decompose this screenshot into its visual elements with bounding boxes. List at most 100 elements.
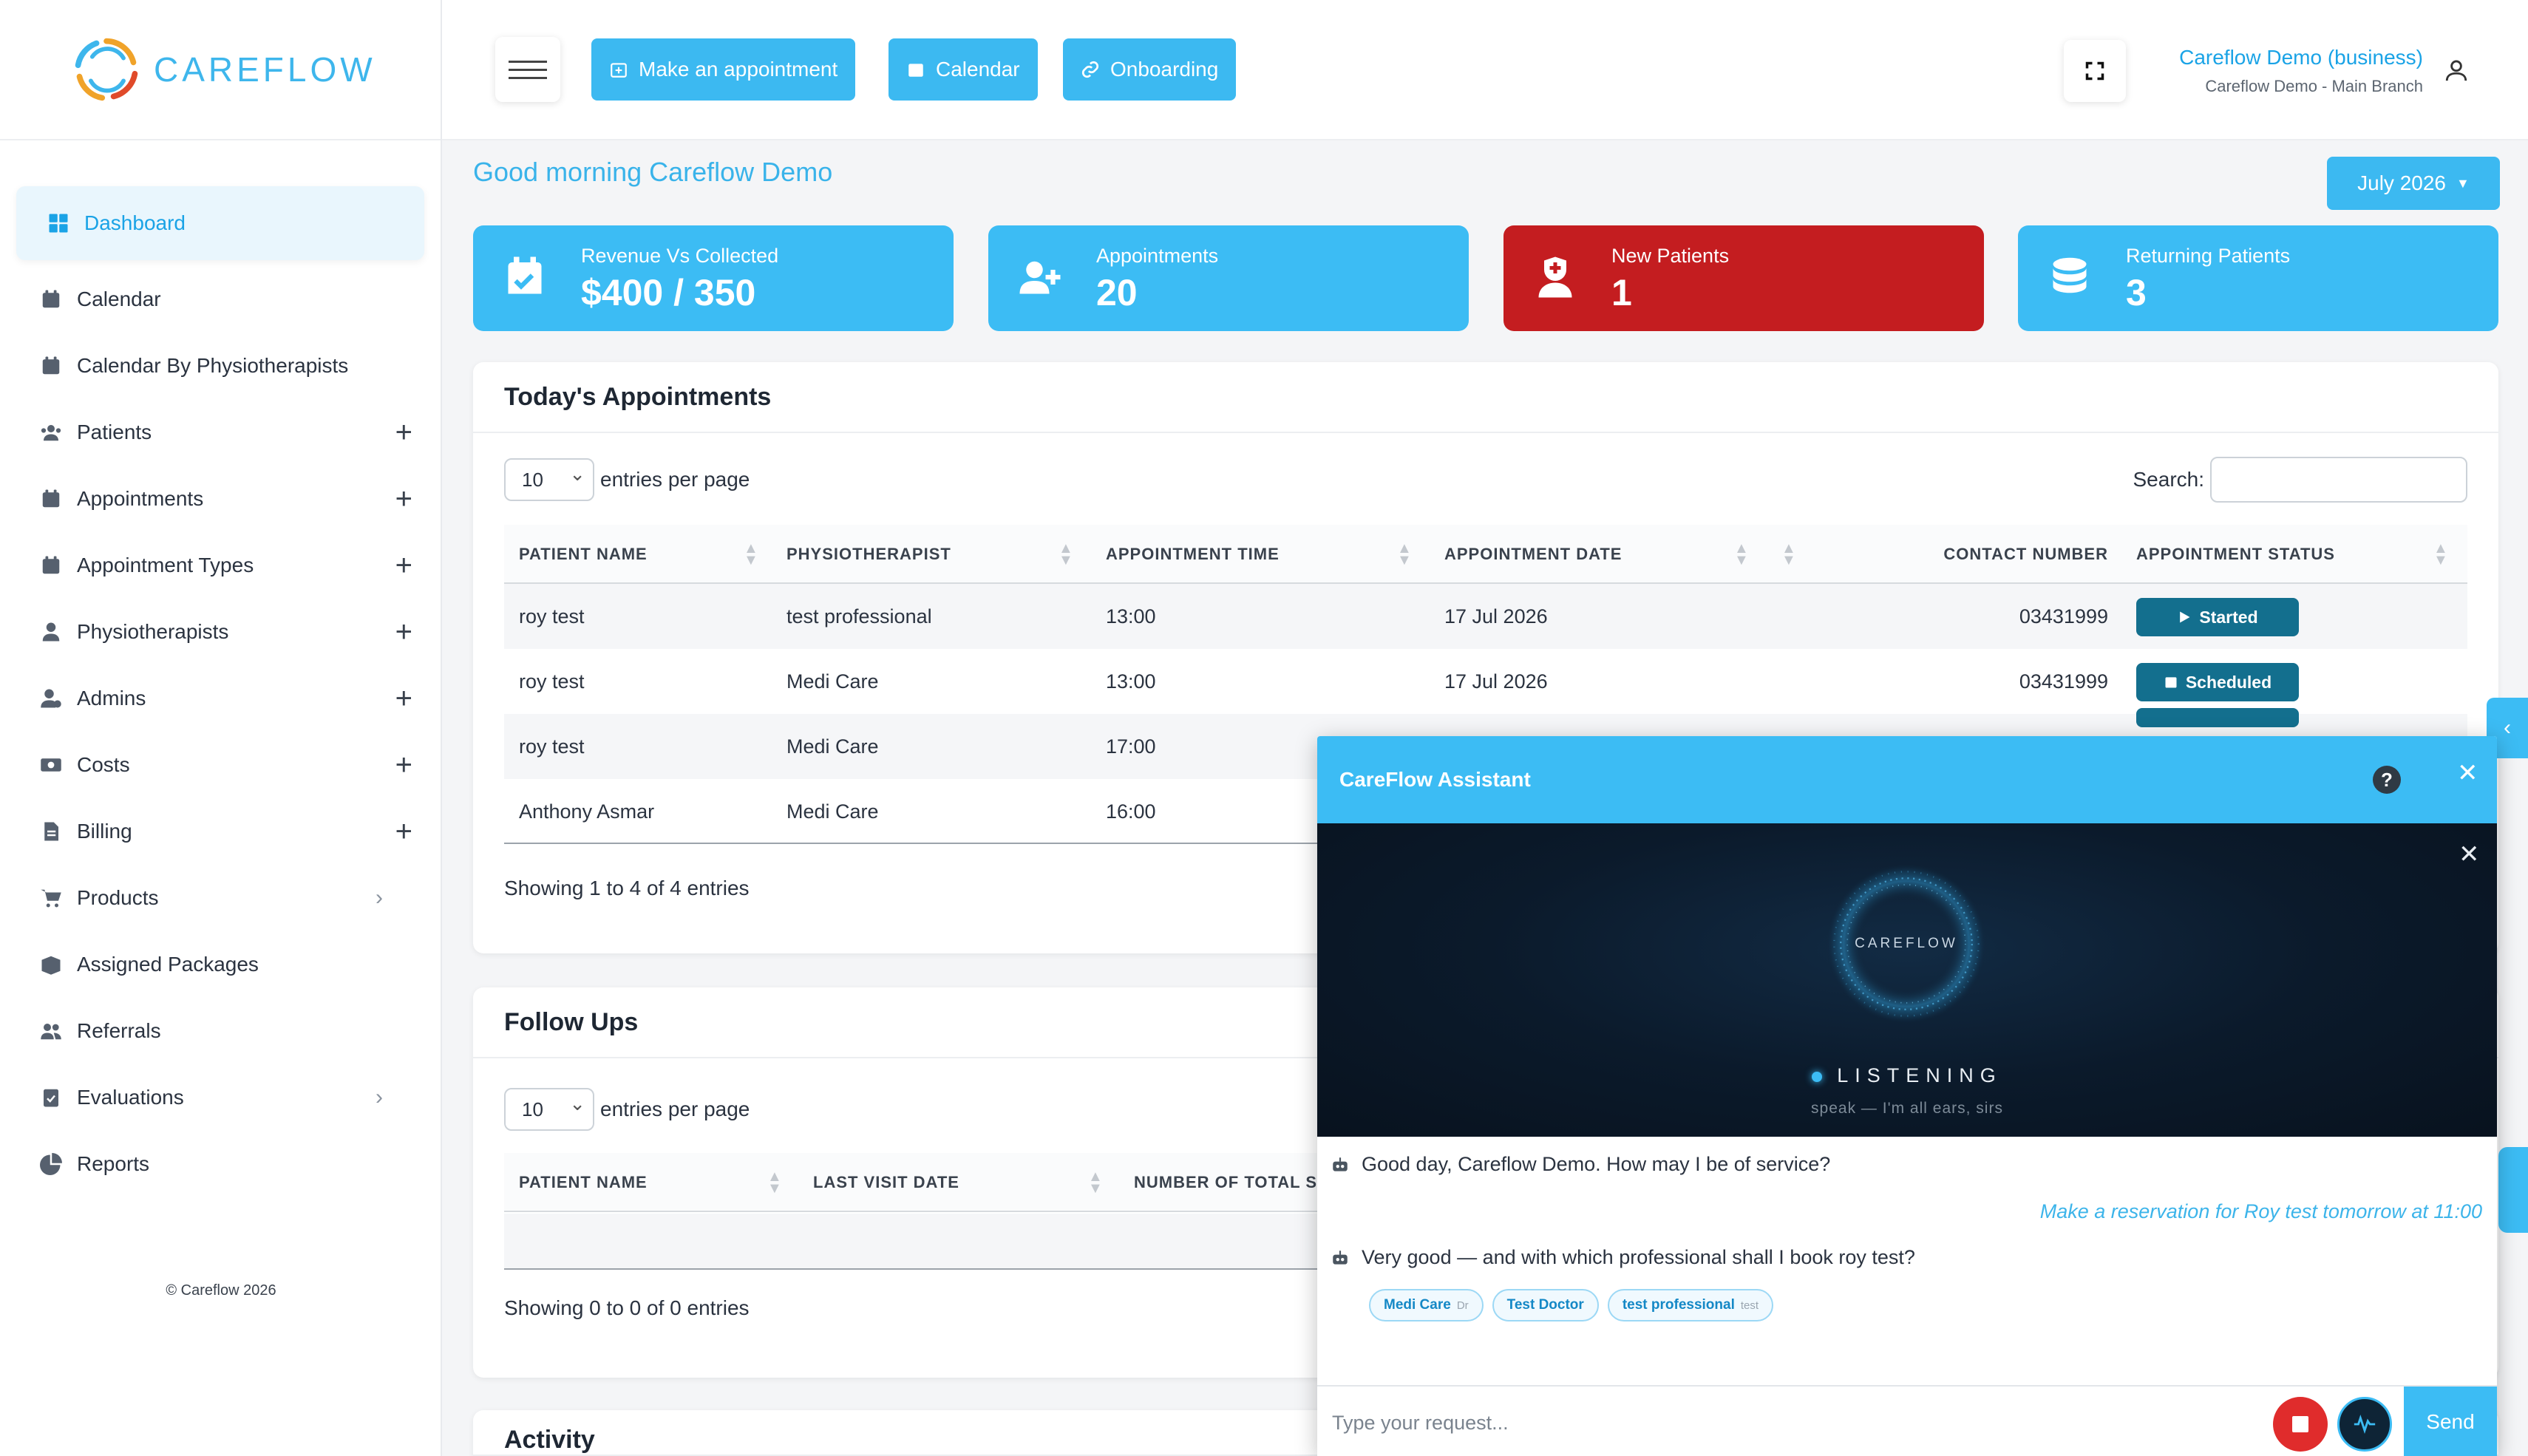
page-length-control: 10 entries per page: [504, 458, 750, 501]
status-badge[interactable]: Scheduled: [2136, 663, 2299, 701]
sidebar-item-label: Evaluations: [77, 1086, 184, 1109]
sidebar-item-label: Admins: [77, 687, 146, 710]
column-header[interactable]: APPOINTMENT TIME: [1106, 525, 1280, 584]
sidebar-item-assigned-packages[interactable]: Assigned Packages: [0, 931, 441, 998]
sidebar-item-label: Billing: [77, 820, 132, 843]
column-header[interactable]: PHYSIOTHERAPIST: [786, 525, 951, 584]
table-row[interactable]: roy test Medi Care 13:00 17 Jul 2026 034…: [504, 649, 2467, 714]
chip-label: Test Doctor: [1506, 1297, 1584, 1313]
chevron-right-icon[interactable]: ›: [376, 887, 383, 909]
sidebar-item-calendar[interactable]: Calendar: [0, 266, 441, 333]
expand-icon[interactable]: +: [395, 484, 412, 514]
sort-icon[interactable]: ▲ ▼: [1734, 541, 1749, 568]
stat-label: Appointments: [1096, 245, 1219, 267]
users-icon: [38, 420, 64, 445]
status-badge[interactable]: [2136, 708, 2299, 727]
page-length-select[interactable]: 10: [504, 1088, 594, 1131]
sort-icon[interactable]: ▲ ▼: [1397, 541, 1412, 568]
column-header[interactable]: NUMBER OF TOTAL S: [1134, 1153, 1317, 1212]
sidebar-item-reports[interactable]: Reports: [0, 1131, 441, 1197]
fullscreen-icon: [2085, 61, 2104, 81]
professional-options: Medi Care Dr Test Doctor test professiona…: [1369, 1289, 1774, 1321]
expand-icon[interactable]: +: [395, 551, 412, 580]
chart-pie-icon: [38, 1151, 64, 1177]
sidebar-item-appointments[interactable]: Appointments +: [0, 466, 441, 532]
brand[interactable]: CAREFLOW: [0, 0, 441, 140]
cell-time: 16:00: [1106, 800, 1156, 823]
user-icon[interactable]: [2444, 58, 2469, 83]
sidebar-item-label: Appointment Types: [77, 554, 254, 576]
column-header[interactable]: LAST VISIT DATE: [813, 1153, 959, 1212]
option-chip[interactable]: Test Doctor: [1492, 1289, 1599, 1321]
table-row[interactable]: roy test test professional 13:00 17 Jul …: [504, 584, 2467, 649]
bot-message: Good day, Careflow Demo. How may I be of…: [1331, 1153, 1830, 1176]
send-button[interactable]: Send: [2404, 1387, 2497, 1456]
sidebar-item-referrals[interactable]: Referrals: [0, 998, 441, 1064]
sort-icon[interactable]: ▲ ▼: [767, 1169, 782, 1196]
request-input[interactable]: Type your request...: [1332, 1412, 1509, 1435]
expand-icon[interactable]: +: [395, 750, 412, 780]
close-icon[interactable]: ✕: [2457, 758, 2478, 788]
greeting: Good morning Careflow Demo: [473, 157, 833, 187]
sidebar-item-admins[interactable]: Admins +: [0, 665, 441, 732]
user-name: Careflow Demo (business): [2179, 46, 2423, 69]
sidebar-item-dashboard[interactable]: Dashboard: [16, 186, 424, 260]
expand-icon[interactable]: +: [395, 418, 412, 447]
onboarding-button[interactable]: Onboarding: [1063, 38, 1237, 101]
page-length-select[interactable]: 10: [504, 458, 594, 501]
stat-value: 20: [1096, 272, 1138, 313]
voice-button[interactable]: [2337, 1397, 2392, 1452]
stop-button[interactable]: [2273, 1397, 2328, 1452]
sidebar-item-costs[interactable]: Costs +: [0, 732, 441, 798]
entries-label: entries per page: [600, 1098, 750, 1120]
dashboard-icon: [46, 211, 71, 236]
sort-icon[interactable]: ▲ ▼: [2433, 541, 2448, 568]
user-group-icon: [38, 1018, 64, 1044]
page-length-value: 10: [522, 468, 543, 491]
column-header[interactable]: PATIENT NAME: [519, 1153, 648, 1212]
expand-icon[interactable]: +: [395, 817, 412, 846]
cell-physio: test professional: [786, 605, 932, 627]
close-voice-icon[interactable]: ✕: [2459, 840, 2480, 869]
status-badge[interactable]: Started: [2136, 598, 2299, 636]
sidebar-item-calendar-by-physiotherapists[interactable]: Calendar By Physiotherapists: [0, 333, 441, 399]
orb-label: CAREFLOW: [1855, 936, 1958, 951]
column-header[interactable]: APPOINTMENT DATE: [1444, 525, 1622, 584]
file-invoice-icon: [38, 819, 64, 844]
box-icon: [38, 952, 64, 977]
sidebar-item-appointment-types[interactable]: Appointment Types +: [0, 532, 441, 599]
expand-icon[interactable]: +: [395, 684, 412, 713]
column-header[interactable]: PATIENT NAME: [519, 525, 648, 584]
calendar-plus-icon: [611, 63, 627, 78]
search-input[interactable]: [2210, 457, 2467, 503]
assistant-panel: CareFlow Assistant ? ✕ ✕ CAREFLOW LISTEN…: [1317, 736, 2497, 1456]
side-panel-handle[interactable]: [2498, 1147, 2528, 1233]
expand-icon[interactable]: +: [395, 617, 412, 647]
column-header[interactable]: APPOINTMENT STATUS: [2136, 525, 2335, 584]
option-chip[interactable]: Medi Care Dr: [1369, 1289, 1484, 1321]
chevron-right-icon[interactable]: ›: [376, 1086, 383, 1109]
cell-physio: Medi Care: [786, 670, 879, 693]
sidebar-item-billing[interactable]: Billing +: [0, 798, 441, 865]
help-icon[interactable]: ?: [2373, 766, 2401, 794]
fullscreen-button[interactable]: [2064, 40, 2126, 102]
sidebar-item-patients[interactable]: Patients +: [0, 399, 441, 466]
user-info[interactable]: Careflow Demo (business) Careflow Demo -…: [2157, 46, 2423, 96]
column-header[interactable]: CONTACT NUMBER: [1909, 525, 2108, 584]
sort-icon[interactable]: ▲ ▼: [744, 541, 758, 568]
cell-time: 13:00: [1106, 605, 1156, 627]
month-selector[interactable]: July 2026 ▼: [2327, 157, 2500, 210]
sort-icon[interactable]: ▲ ▼: [1781, 541, 1796, 568]
user-plus-icon: [1018, 255, 1062, 299]
make-appointment-button[interactable]: Make an appointment: [591, 38, 856, 101]
sidebar-item-products[interactable]: Products ›: [0, 865, 441, 931]
calendar-button[interactable]: Calendar: [888, 38, 1038, 101]
option-chip[interactable]: test professional test: [1607, 1289, 1774, 1321]
sort-icon[interactable]: ▲ ▼: [1059, 541, 1073, 568]
send-label: Send: [2426, 1410, 2475, 1433]
sidebar-item-label: Reports: [77, 1152, 150, 1175]
menu-toggle-button[interactable]: [495, 37, 560, 102]
sort-icon[interactable]: ▲ ▼: [1088, 1169, 1103, 1196]
sidebar-item-evaluations[interactable]: Evaluations ›: [0, 1064, 441, 1131]
sidebar-item-physiotherapists[interactable]: Physiotherapists +: [0, 599, 441, 665]
